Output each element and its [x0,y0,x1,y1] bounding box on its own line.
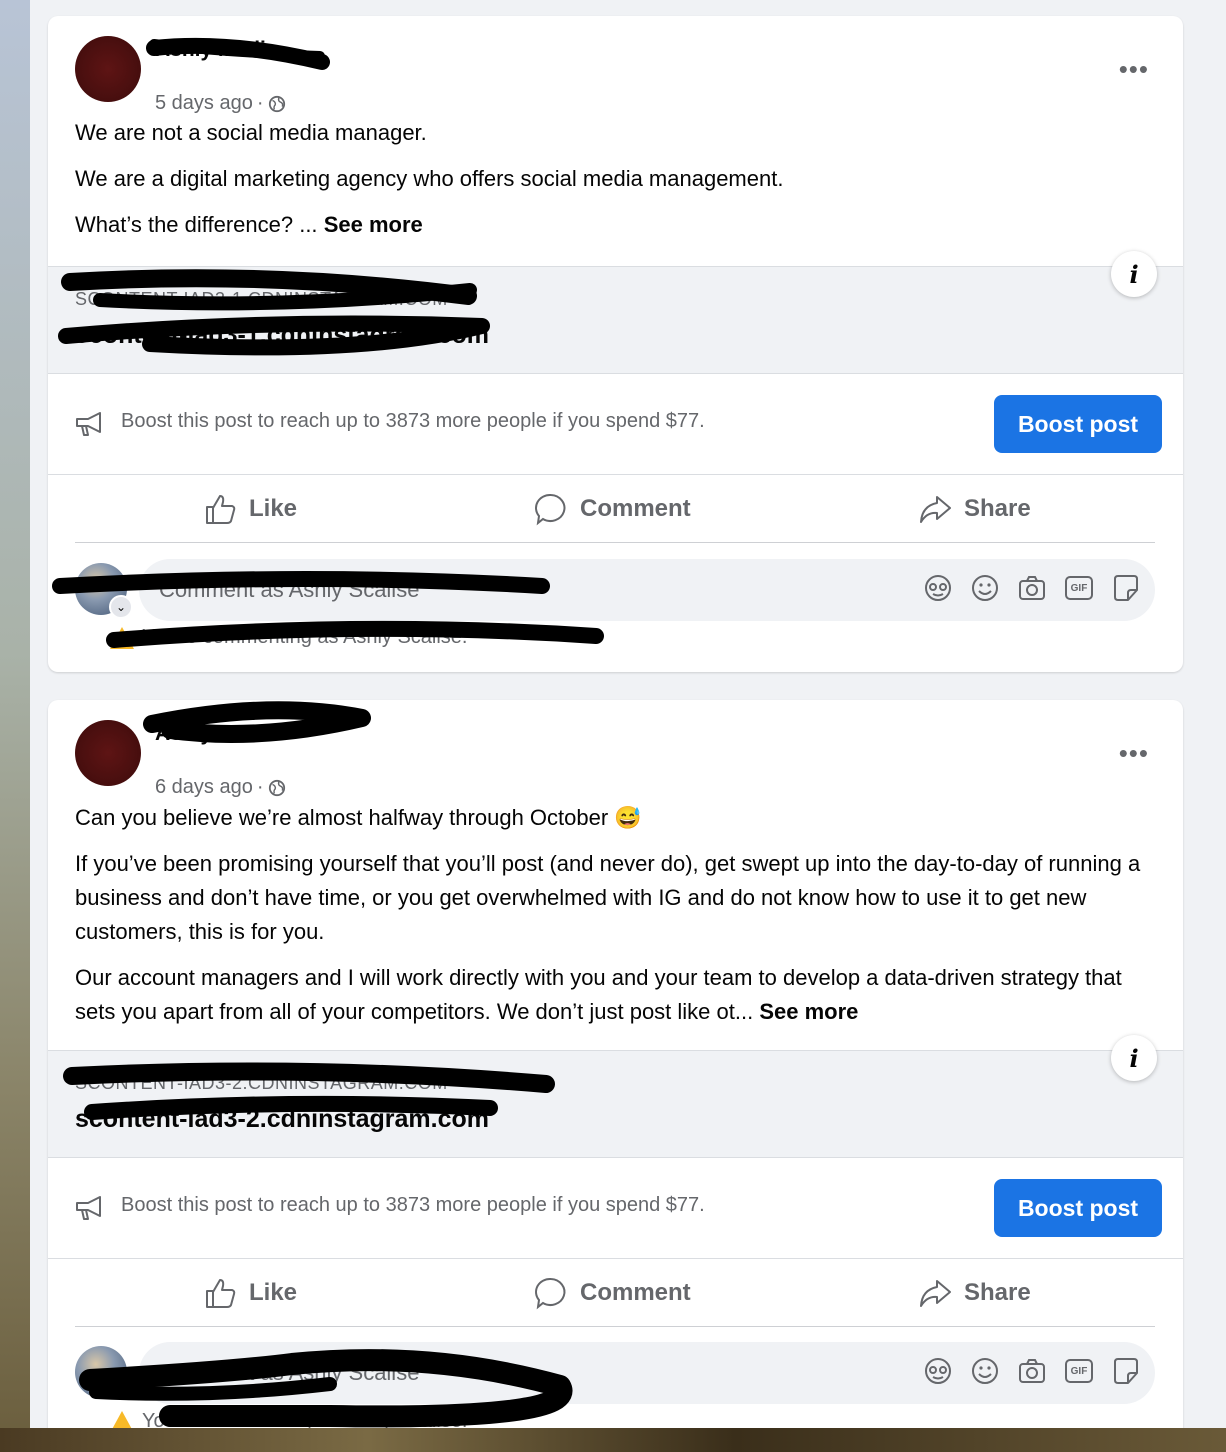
link-title[interactable]: scontent-iad3-1.cdninstagram.com [75,321,489,350]
commenting-as-notice: You're commenting as Ashly Scalise. [110,626,467,649]
post-card: Ashly Media 6 days ago · ••• Can you bel… [48,700,1183,1428]
boost-text: Boost this post to reach up to 3873 more… [121,410,705,432]
post-meta: 5 days ago · [155,92,286,115]
page-name[interactable]: Ashly Media [155,38,278,62]
avatar-sticker-icon[interactable] [923,1356,953,1386]
avatar-sticker-icon[interactable] [923,573,953,603]
post-paragraph-text: Our account managers and I will work dir… [75,965,1122,1024]
post-paragraph: If you’ve been promising yourself that y… [75,851,1141,944]
more-options-icon[interactable]: ••• [1119,56,1149,82]
post-text: Can you believe we’re almost halfway thr… [75,801,1165,1041]
comment-composer: ⌄ Comment as Ashly Scalise GIF [75,559,1155,621]
emoji-icon[interactable] [970,573,1000,603]
meta-separator: · [256,92,264,114]
comment-tools: GIF [923,573,1141,603]
post-paragraph: Our account managers and I will work dir… [75,961,1165,1029]
post-meta: 6 days ago · [155,776,286,799]
link-preview[interactable]: SCONTENT-IAD3-2.CDNINSTAGRAM.COM sconten… [48,1035,1183,1158]
emoji-icon[interactable] [970,1356,1000,1386]
post-paragraph: We are a digital marketing agency who of… [75,166,784,191]
post-paragraph: What’s the difference? ... See more [75,208,1165,242]
meta-separator: · [256,776,264,798]
sticker-icon[interactable] [1111,573,1141,603]
link-domain: SCONTENT-IAD3-2.CDNINSTAGRAM.COM [75,1073,448,1093]
boost-row: Boost this post to reach up to 3873 more… [48,1158,1183,1259]
megaphone-icon [76,412,101,436]
share-label: Share [964,495,1031,522]
share-label: Share [964,1279,1031,1306]
share-button[interactable]: Share [918,1260,1031,1326]
comment-label: Comment [580,495,691,522]
thumbs-up-icon [206,495,236,524]
comment-bubble-icon [535,493,566,526]
like-button[interactable]: Like [203,1260,297,1326]
post-card: Ashly Media 5 days ago · ••• We are not … [48,16,1183,672]
comment-label: Comment [580,1279,691,1306]
comment-bubble-icon [535,1277,566,1310]
camera-icon[interactable] [1017,1356,1047,1386]
boost-post-button[interactable]: Boost post [994,395,1162,453]
link-preview[interactable]: SCONTENT-IAD3-1.CDNINSTAGRAM.COM sconten… [48,251,1183,374]
post-actions: Like Comment Share [75,476,1155,543]
post-timestamp[interactable]: 6 days ago [155,776,253,799]
comment-button[interactable]: Comment [534,1260,691,1326]
commenting-as-text: You're commenting as Ashly Scalise. [142,1410,468,1428]
desktop-background [0,1428,1226,1452]
share-arrow-icon [920,496,951,523]
chevron-down-icon[interactable]: ⌄ [109,595,133,619]
post-paragraph: Can you believe we’re almost halfway thr… [75,805,642,830]
warning-icon [110,1410,134,1428]
share-button[interactable]: Share [918,476,1031,542]
boost-row: Boost this post to reach up to 3873 more… [48,374,1183,475]
comment-composer: ⌄ Comment as Ashly Scalise GIF [75,1342,1155,1404]
comment-button[interactable]: Comment [534,476,691,542]
post-text: We are not a social media manager. We ar… [75,116,1165,254]
info-icon[interactable]: i [1111,1035,1157,1081]
globe-icon [268,779,285,796]
thumbs-up-icon [206,1279,236,1308]
share-arrow-icon [920,1280,951,1307]
camera-icon[interactable] [1017,573,1047,603]
post-paragraph: We are not a social media manager. [75,120,427,145]
like-label: Like [249,495,298,522]
post-paragraph-text: What’s the difference? ... [75,212,318,237]
post-timestamp[interactable]: 5 days ago [155,92,253,115]
more-options-icon[interactable]: ••• [1119,740,1149,766]
page-avatar[interactable] [75,36,141,102]
commenting-as-notice: You're commenting as Ashly Scalise. [110,1410,467,1428]
commenting-as-text: You're commenting as Ashly Scalise. [142,626,468,648]
boost-text: Boost this post to reach up to 3873 more… [121,1194,705,1216]
boost-post-button[interactable]: Boost post [994,1179,1162,1237]
sticker-icon[interactable] [1111,1356,1141,1386]
page-name[interactable]: Ashly Media [155,722,278,746]
warning-icon [110,626,134,649]
link-domain: SCONTENT-IAD3-1.CDNINSTAGRAM.COM [75,289,448,309]
like-label: Like [249,1279,298,1306]
like-button[interactable]: Like [203,476,297,542]
feed: Ashly Media 5 days ago · ••• We are not … [30,0,1226,1428]
page-avatar[interactable] [75,720,141,786]
comment-tools: GIF [923,1356,1141,1386]
megaphone-icon [76,1196,101,1220]
info-icon[interactable]: i [1111,251,1157,297]
gif-icon[interactable]: GIF [1064,1356,1094,1386]
globe-icon [268,95,285,112]
link-title[interactable]: scontent-iad3-2.cdninstagram.com [75,1105,489,1134]
see-more-link[interactable]: See more [759,999,858,1024]
post-actions: Like Comment Share [75,1260,1155,1327]
gif-icon[interactable]: GIF [1064,573,1094,603]
post-header: Ashly Media 6 days ago · ••• [75,720,1155,798]
post-header: Ashly Media 5 days ago · ••• [75,36,1155,114]
see-more-link[interactable]: See more [324,212,423,237]
chevron-down-icon[interactable]: ⌄ [109,1378,133,1402]
